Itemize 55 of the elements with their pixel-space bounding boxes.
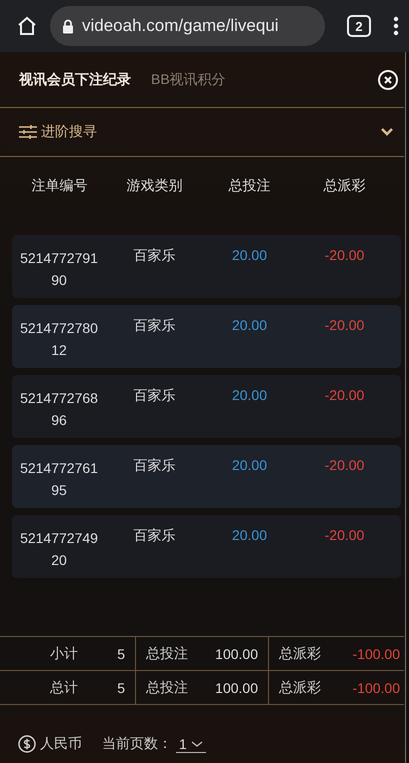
home-icon[interactable] xyxy=(16,15,38,37)
bet-amount: 20.00 xyxy=(232,317,268,335)
dollar-icon xyxy=(18,735,36,753)
game-type: 百家乐 xyxy=(134,247,176,265)
close-icon xyxy=(383,74,393,84)
payout-total: -100.00 xyxy=(352,680,400,696)
payout-amount: -20.00 xyxy=(324,527,364,545)
bet-total: 100.00 xyxy=(215,646,258,662)
game-type: 百家乐 xyxy=(134,527,176,545)
summary-count: 5 xyxy=(117,646,125,662)
payout-amount: -20.00 xyxy=(324,317,364,335)
summary-label: 小计 xyxy=(50,644,78,662)
order-number: 521477276896 xyxy=(19,389,99,430)
currency-label: 人民币 xyxy=(40,735,82,753)
game-type: 百家乐 xyxy=(134,457,176,475)
caret-icon xyxy=(190,740,203,748)
column-header: 总派彩 xyxy=(322,177,366,195)
bet-label: 总投注 xyxy=(146,678,188,696)
tab[interactable]: BB视讯积分 xyxy=(151,70,226,88)
page-select[interactable]: 1 xyxy=(176,736,206,752)
order-number: 521477274920 xyxy=(19,529,99,570)
payout-label: 总派彩 xyxy=(279,678,321,696)
scrollbar[interactable] xyxy=(405,52,406,763)
url-text: videoah.com/game/livequi xyxy=(82,16,279,36)
order-number: 521477276195 xyxy=(19,459,99,500)
bet-total: 100.00 xyxy=(215,680,258,696)
summary-label: 总计 xyxy=(50,678,78,696)
bet-amount: 20.00 xyxy=(232,527,268,545)
game-type: 百家乐 xyxy=(134,387,176,405)
game-type: 百家乐 xyxy=(134,317,176,335)
column-header: 注单编号 xyxy=(30,177,88,195)
order-number: 521477278012 xyxy=(19,319,99,360)
close-button[interactable] xyxy=(378,70,398,90)
column-header: 游戏类别 xyxy=(126,177,184,195)
tab-count-button[interactable]: 2 xyxy=(347,15,371,37)
bet-amount: 20.00 xyxy=(232,457,268,475)
sliders-icon xyxy=(19,124,37,140)
column-header: 总投注 xyxy=(228,177,272,195)
payout-amount: -20.00 xyxy=(324,387,364,405)
menu-icon[interactable] xyxy=(393,16,399,36)
chevron-icon[interactable] xyxy=(380,127,394,137)
page-label: 当前页数： xyxy=(102,735,172,753)
bet-amount: 20.00 xyxy=(232,247,268,265)
payout-amount: -20.00 xyxy=(324,457,364,475)
advanced-search-toggle[interactable]: 进阶搜寻 xyxy=(41,123,97,141)
tab[interactable]: 视讯会员下注纪录 xyxy=(19,70,131,88)
lock-icon xyxy=(62,18,74,34)
summary-count: 5 xyxy=(117,680,125,696)
address-bar[interactable]: videoah.com/game/livequi xyxy=(50,6,325,46)
payout-amount: -20.00 xyxy=(324,247,364,265)
payout-label: 总派彩 xyxy=(279,644,321,662)
bet-amount: 20.00 xyxy=(232,387,268,405)
payout-total: -100.00 xyxy=(352,646,400,662)
order-number: 521477279190 xyxy=(19,249,99,290)
bet-label: 总投注 xyxy=(146,644,188,662)
